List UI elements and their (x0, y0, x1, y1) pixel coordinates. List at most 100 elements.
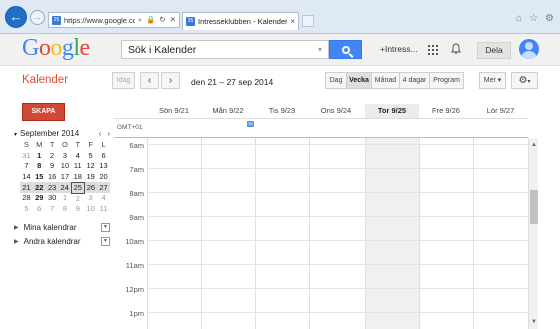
mini-day[interactable]: 10 (84, 204, 97, 215)
search-input[interactable]: Sök i Kalender ▾ (121, 40, 329, 59)
refresh-icon[interactable]: ↻ (159, 15, 165, 25)
mini-day[interactable]: 2 (46, 151, 59, 162)
mini-day[interactable]: 3 (59, 151, 72, 162)
google-plus-link[interactable]: +Intress... (380, 44, 418, 54)
view-week-button[interactable]: Vecka (347, 72, 372, 89)
address-bar[interactable]: 25 https://www.google.co... ⌕ 🔒 ↻ ✕ (48, 12, 180, 28)
search-button[interactable] (329, 40, 362, 59)
mini-day[interactable]: 18 (71, 172, 84, 183)
previous-week-button[interactable]: ‹ (140, 72, 159, 89)
day-header[interactable]: Ons 9/24 (309, 104, 363, 118)
time-grid[interactable]: 6am 7am 8am 9am 10am 11am 12pm 1pm (114, 138, 528, 329)
mini-day[interactable]: 13 (97, 161, 110, 172)
mini-day[interactable]: 11 (97, 204, 110, 215)
search-icon[interactable]: ⌕ (138, 15, 142, 25)
mini-day[interactable]: 15 (33, 172, 46, 183)
mini-day[interactable]: 30 (46, 193, 59, 204)
close-tab-icon[interactable]: × (290, 17, 295, 26)
mini-day[interactable]: 24 (58, 182, 72, 193)
view-month-button[interactable]: Månad (372, 72, 400, 89)
view-agenda-button[interactable]: Program (430, 72, 464, 89)
mini-day[interactable]: 27 (97, 182, 110, 193)
day-header[interactable]: Fre 9/26 (419, 104, 473, 118)
mini-day[interactable]: 12 (84, 161, 97, 172)
mini-day[interactable]: 26 (84, 182, 98, 193)
mini-day[interactable]: 29 (33, 193, 46, 204)
settings-button[interactable]: ⚙▾ (511, 72, 538, 89)
mini-day[interactable]: 4 (71, 151, 84, 162)
mini-day[interactable]: 8 (59, 204, 72, 215)
mini-day[interactable]: 21 (20, 182, 33, 193)
mini-day[interactable]: 6 (97, 151, 110, 162)
vertical-scrollbar[interactable]: ▲ ▼ (528, 138, 538, 329)
scroll-up-icon[interactable]: ▲ (529, 140, 539, 150)
share-button[interactable]: Dela (477, 42, 511, 59)
mini-day[interactable]: 20 (97, 172, 110, 183)
home-icon[interactable]: ⌂ (516, 13, 522, 24)
day-header[interactable]: Lör 9/27 (473, 104, 528, 118)
day-column[interactable] (255, 138, 309, 329)
day-column[interactable] (147, 138, 201, 329)
day-column[interactable] (309, 138, 365, 329)
mini-day-today[interactable]: 25 (70, 181, 85, 194)
mini-day[interactable]: 17 (59, 172, 72, 183)
mini-day[interactable]: 28 (20, 193, 33, 204)
day-column[interactable] (473, 138, 528, 329)
stop-icon[interactable]: ✕ (170, 15, 176, 25)
mini-next-month-icon[interactable]: › (107, 129, 110, 138)
day-header[interactable]: Sön 9/21 (147, 104, 201, 118)
address-text[interactable]: https://www.google.co... (64, 16, 135, 25)
day-column[interactable] (419, 138, 473, 329)
mini-day[interactable]: 22 (32, 182, 46, 193)
mini-day[interactable]: 7 (46, 204, 59, 215)
view-4days-button[interactable]: 4 dagar (400, 72, 430, 89)
mini-day[interactable]: 19 (84, 172, 97, 183)
app-title[interactable]: Kalender (22, 74, 68, 86)
mini-day[interactable]: 3 (84, 193, 97, 204)
next-week-button[interactable]: › (161, 72, 180, 89)
scrollbar-thumb[interactable] (530, 190, 538, 224)
today-button[interactable]: Idag (112, 72, 135, 89)
new-tab-button[interactable] (302, 15, 314, 27)
mini-day[interactable]: 23 (45, 182, 59, 193)
browser-tab[interactable]: 25 Intresseklubben - Kalender × (182, 12, 299, 30)
notifications-bell-icon[interactable] (451, 43, 461, 55)
my-calendars-section[interactable]: ▶ Mina kalendrar ▼ (14, 223, 110, 232)
google-logo[interactable]: Google (22, 35, 90, 62)
more-button[interactable]: Mer ▾ (479, 72, 506, 89)
day-header-today[interactable]: Tor 9/25 (365, 104, 419, 118)
mini-day[interactable]: 31 (20, 151, 33, 162)
mini-day[interactable]: 5 (84, 151, 97, 162)
mini-day[interactable]: 1 (59, 193, 72, 204)
other-calendars-menu-icon[interactable]: ▼ (101, 237, 110, 246)
mini-day[interactable]: 8 (33, 161, 46, 172)
day-column[interactable] (201, 138, 255, 329)
scroll-down-icon[interactable]: ▼ (529, 317, 539, 327)
day-header[interactable]: Tis 9/23 (255, 104, 309, 118)
mini-day[interactable]: 14 (20, 172, 33, 183)
create-button[interactable]: SKAPA (22, 103, 65, 121)
mini-day[interactable]: 16 (46, 172, 59, 183)
mini-day[interactable]: 5 (20, 204, 33, 215)
all-day-row[interactable]: GMT+01 29 (114, 118, 528, 138)
mini-day[interactable]: 9 (46, 161, 59, 172)
mini-prev-month-icon[interactable]: ‹ (99, 129, 102, 138)
view-day-button[interactable]: Dag (325, 72, 347, 89)
other-calendars-section[interactable]: ▶ Andra kalendrar ▼ (14, 237, 110, 246)
settings-gear-icon[interactable]: ⚙ (545, 13, 554, 24)
my-calendars-menu-icon[interactable]: ▼ (101, 223, 110, 232)
search-options-chevron-icon[interactable]: ▾ (318, 45, 322, 54)
favorites-star-icon[interactable]: ☆ (529, 13, 538, 24)
mini-day[interactable]: 6 (33, 204, 46, 215)
mini-day[interactable]: 10 (59, 161, 72, 172)
apps-grid-icon[interactable] (428, 45, 438, 55)
back-button[interactable]: ← (5, 6, 27, 28)
lock-icon[interactable]: 🔒 (146, 15, 155, 25)
mini-day[interactable]: 7 (20, 161, 33, 172)
mini-day[interactable]: 9 (71, 204, 84, 215)
mini-day[interactable]: 11 (71, 161, 84, 172)
avatar[interactable] (519, 39, 539, 59)
mini-calendar-month[interactable]: ▾ September 2014 (14, 129, 79, 138)
forward-button[interactable]: → (30, 10, 45, 25)
mini-day[interactable]: 2 (71, 193, 84, 204)
